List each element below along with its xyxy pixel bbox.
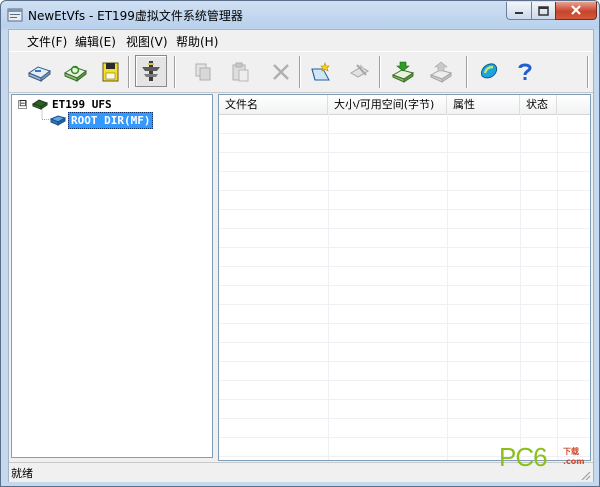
toolbar-help-button[interactable] [511,59,539,85]
tree-view[interactable]: ⊟ ET199 UFS ROOT DIR(MF) [11,94,213,458]
column-header-size[interactable]: 大小/可用空间(字节) [328,95,447,114]
toolbar-new-button[interactable] [307,59,335,85]
toolbar-format-button[interactable] [97,59,125,85]
open-disk-icon [27,66,52,83]
watermark-side-top: 下载 [563,447,579,456]
properties-icon [350,64,369,78]
title-bar[interactable]: NewEtVfs - ET199虚拟文件系统管理器 [1,1,599,28]
toolbar-delete-button[interactable] [267,59,295,85]
format-disk-icon [102,62,119,82]
close-icon [571,5,581,15]
grid-row-line [219,266,590,267]
watermark-logo: PC6 下载 .com [499,442,585,473]
client-area: 文件(F) 编辑(E) 视图(V) 帮助(H) ⊟ ET199 UFS ROOT… [8,29,594,482]
delete-icon [273,64,289,80]
export-icon [429,61,453,83]
grid-row-line [219,437,590,438]
menu-view[interactable]: 视图(V) [126,33,168,50]
minimize-button[interactable] [506,2,532,20]
toolbar-connect-button[interactable] [135,55,167,87]
grid-row-line [219,190,590,191]
folder-icon [50,115,66,126]
toolbar [9,51,593,93]
toolbar-about-button[interactable] [475,59,503,85]
toolbar-refresh-button[interactable] [61,59,89,85]
file-list[interactable]: 文件名 大小/可用空间(字节) 属性 状态 [218,94,591,461]
grid-row-line [219,152,590,153]
grid-row-line [219,304,590,305]
maximize-icon [538,5,549,16]
window-title: NewEtVfs - ET199虚拟文件系统管理器 [28,9,243,23]
toolbar-import-button[interactable] [389,59,417,85]
menu-bar: 文件(F) 编辑(E) 视图(V) 帮助(H) [9,30,593,50]
grid-row-line [219,247,590,248]
grid-column-line [328,114,329,460]
import-icon [391,61,415,83]
toolbar-properties-button[interactable] [345,59,373,85]
status-text: 就绪 [11,467,33,480]
column-header-attributes[interactable]: 属性 [447,95,520,114]
watermark-side: 下载 .com [563,447,585,467]
toolbar-separator [128,56,130,88]
refresh-disk-icon [63,65,88,83]
paste-icon [232,62,249,82]
maximize-button[interactable] [531,2,556,20]
list-header: 文件名 大小/可用空间(字节) 属性 状态 [219,95,590,115]
close-button[interactable] [555,2,597,20]
toolbar-separator [299,56,301,88]
toolbar-separator [379,56,381,88]
grid-row-line [219,209,590,210]
grid-row-line [219,361,590,362]
about-icon [481,63,498,79]
toolbar-separator [174,56,176,88]
menu-help[interactable]: 帮助(H) [176,33,218,50]
toolbar-separator [466,56,468,88]
toolbar-separator [587,56,589,88]
toolbar-open-button[interactable] [25,59,53,85]
toolbar-paste-button[interactable] [227,59,255,85]
grid-row-line [219,418,590,419]
help-icon [518,63,532,80]
grid-column-line [557,114,558,460]
menu-file[interactable]: 文件(F) [27,33,67,50]
disk-icon [32,99,48,110]
watermark-main: PC6 [499,442,548,472]
grid-row-line [219,133,590,134]
tree-node-root[interactable]: ET199 UFS [52,98,112,111]
tree-collapse-toggle[interactable]: ⊟ [18,100,27,109]
grid-column-line [520,114,521,460]
column-header-name[interactable]: 文件名 [219,95,328,114]
resize-grip-icon[interactable] [579,469,591,481]
grid-row-line [219,171,590,172]
menu-edit[interactable]: 编辑(E) [75,33,116,50]
app-icon [7,8,23,22]
minimize-icon [515,11,523,14]
new-folder-icon [311,62,330,81]
tree-node-root-dir[interactable]: ROOT DIR(MF) [68,112,154,129]
connect-tool-icon [142,61,160,81]
column-header-status[interactable]: 状态 [520,95,557,114]
copy-icon [195,63,211,81]
grid-row-line [219,342,590,343]
grid-column-line [447,114,448,460]
main-window: NewEtVfs - ET199虚拟文件系统管理器 文件(F) 编辑(E) 视图… [0,0,600,487]
grid-row-line [219,399,590,400]
toolbar-export-button[interactable] [427,59,455,85]
toolbar-copy-button[interactable] [189,59,217,85]
grid-row-line [219,380,590,381]
grid-row-line [219,323,590,324]
grid-row-line [219,228,590,229]
grid-row-line [219,285,590,286]
watermark-side-bottom: .com [563,457,585,466]
